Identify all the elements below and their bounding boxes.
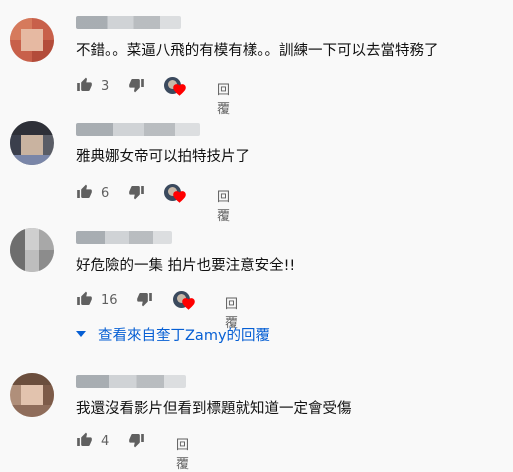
comment-text: 不錯。。菜逼八飛的有模有樣。。訓練一下可以去當特務了 [76,43,439,59]
like-icon [77,184,92,198]
like-count: 16 [101,293,118,308]
like-button[interactable] [76,432,93,448]
reply-button[interactable]: 回覆 [217,79,231,117]
like-icon [77,291,92,305]
author-name[interactable] [76,123,200,136]
author-name[interactable] [76,231,172,244]
like-count: 3 [101,79,110,94]
dislike-button[interactable] [128,184,145,200]
like-button[interactable] [76,184,93,200]
reply-button[interactable]: 回覆 [217,186,231,224]
creator-heart [164,77,190,99]
avatar[interactable] [10,18,54,62]
comment-text: 我還沒看影片但看到標題就知道一定會受傷 [76,401,352,417]
like-icon [77,77,92,91]
dislike-button[interactable] [136,291,153,307]
creator-heart [164,184,190,206]
creator-heart [173,291,199,313]
dislike-icon [129,434,144,448]
heart-icon [173,84,186,96]
like-count: 6 [101,186,110,201]
heart-icon [173,191,186,203]
author-name[interactable] [76,375,186,388]
like-count: 4 [101,434,110,449]
avatar[interactable] [10,373,54,417]
author-name[interactable] [76,16,181,29]
comment-text: 好危險的一集 拍片也要注意安全!! [76,258,296,274]
view-replies-label: 查看來自奎丁Zamy的回覆 [98,327,271,344]
dislike-icon [137,293,152,307]
avatar[interactable] [10,121,54,165]
comment-text: 雅典娜女帝可以拍特技片了 [76,149,250,165]
reply-button[interactable]: 回覆 [176,434,190,472]
like-button[interactable] [76,77,93,93]
like-button[interactable] [76,291,93,307]
heart-icon [182,298,195,310]
chevron-down-icon [76,331,86,337]
dislike-button[interactable] [128,432,145,448]
dislike-icon [129,186,144,200]
view-replies-button[interactable]: 查看來自奎丁Zamy的回覆 [76,322,270,346]
dislike-icon [129,79,144,93]
avatar[interactable] [10,228,54,272]
like-icon [77,432,92,446]
dislike-button[interactable] [128,77,145,93]
